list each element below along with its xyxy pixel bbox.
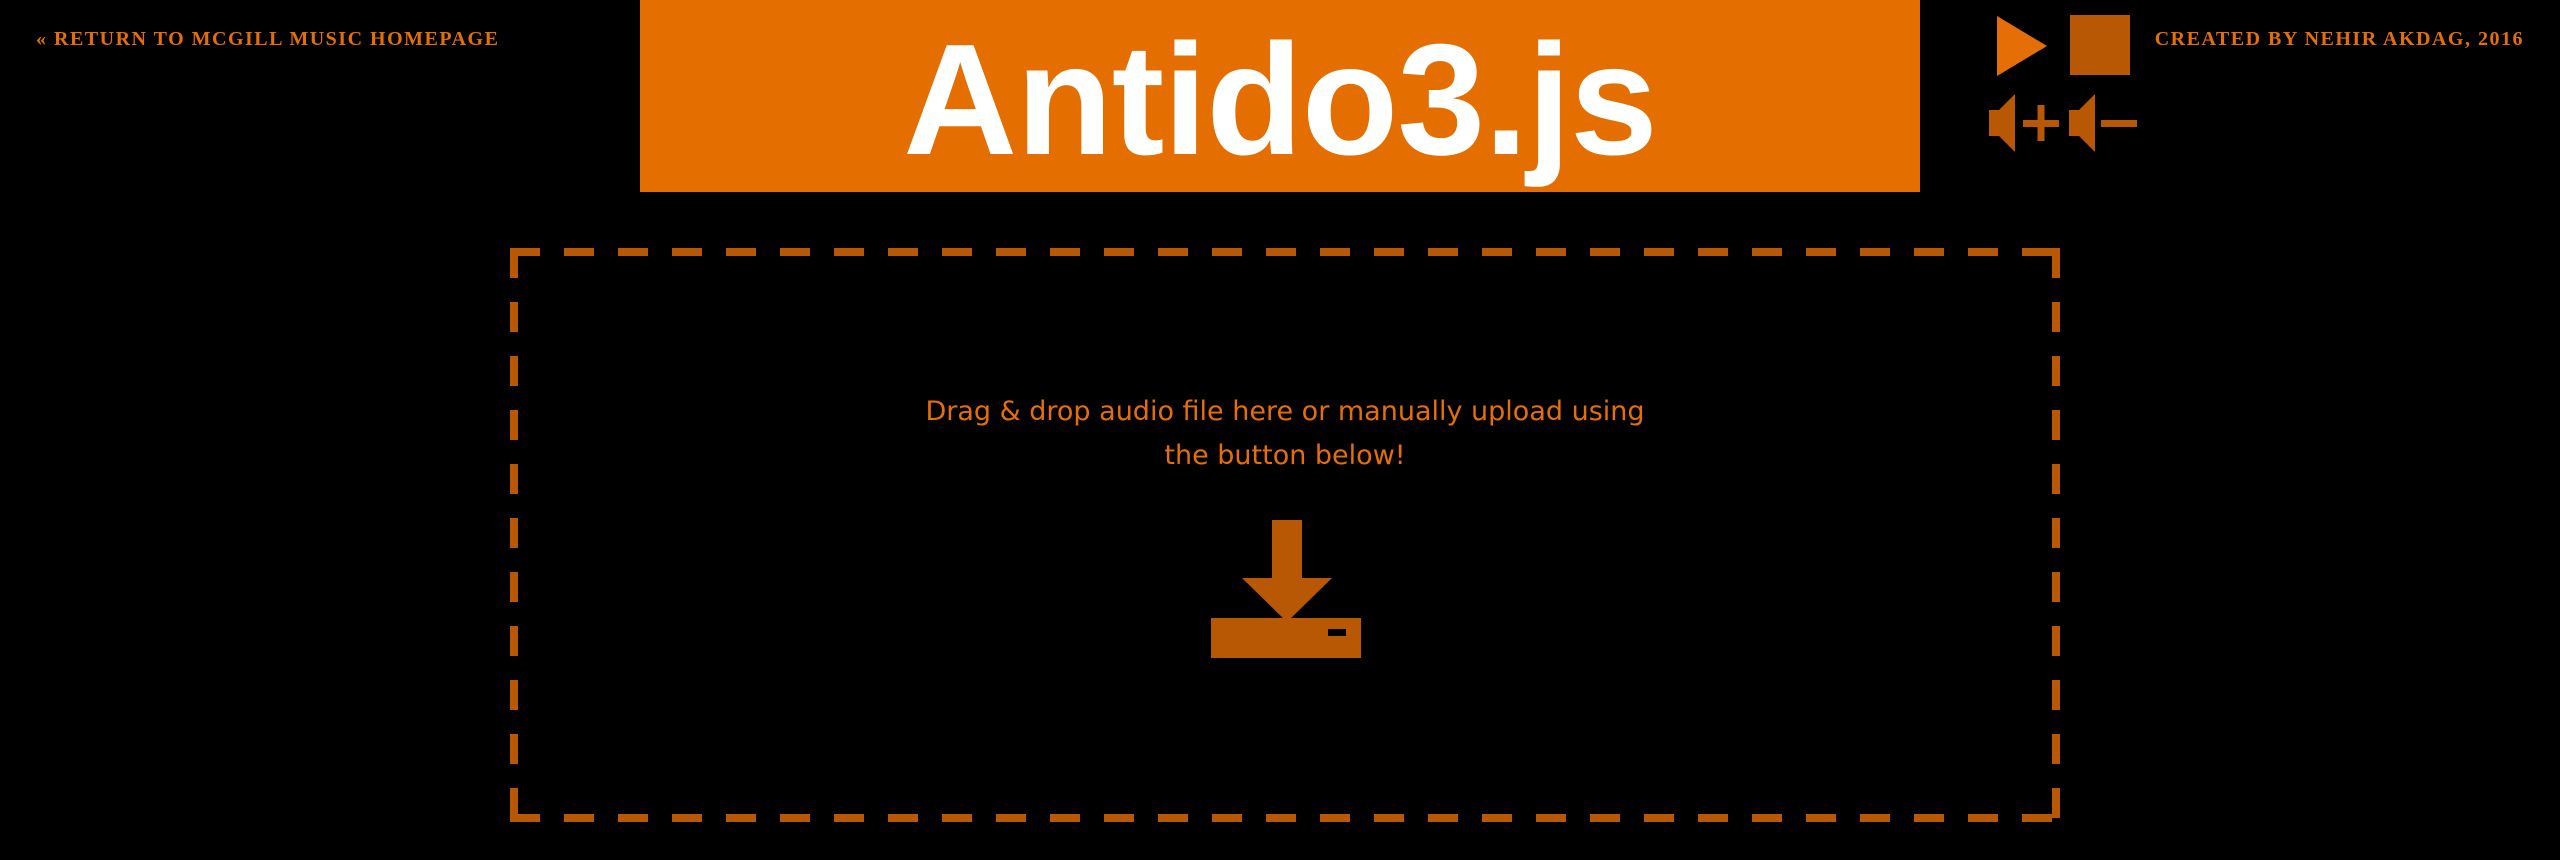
audio-drop-zone[interactable]: Drag & drop audio file here or manually … [510, 248, 2060, 822]
stop-icon [2070, 15, 2130, 75]
credit-text: CREATED BY NEHIR AKDAG, 2016 [2154, 28, 2524, 50]
download-to-drive-icon [1211, 520, 1361, 658]
stop-button[interactable] [2069, 14, 2131, 76]
upload-button[interactable] [1206, 520, 1366, 670]
title-banner: Antido3.js [640, 0, 1920, 192]
volume-up-button[interactable] [1985, 90, 2061, 156]
drop-instructions-text: Drag & drop audio file here or manually … [925, 396, 1645, 471]
volume-down-button[interactable] [2065, 90, 2141, 156]
play-button[interactable] [1993, 14, 2051, 78]
volume-down-icon [2069, 94, 2137, 152]
page-title: Antido3.js [903, 12, 1658, 188]
page: « RETURN TO MCGILL MUSIC HOMEPAGE Antido… [0, 0, 2560, 860]
playback-controls [1985, 12, 2145, 162]
return-homepage-link[interactable]: « RETURN TO MCGILL MUSIC HOMEPAGE [36, 28, 499, 51]
play-icon [1997, 16, 2047, 76]
volume-up-icon [1989, 94, 2059, 152]
drop-instructions: Drag & drop audio file here or manually … [510, 390, 2060, 478]
